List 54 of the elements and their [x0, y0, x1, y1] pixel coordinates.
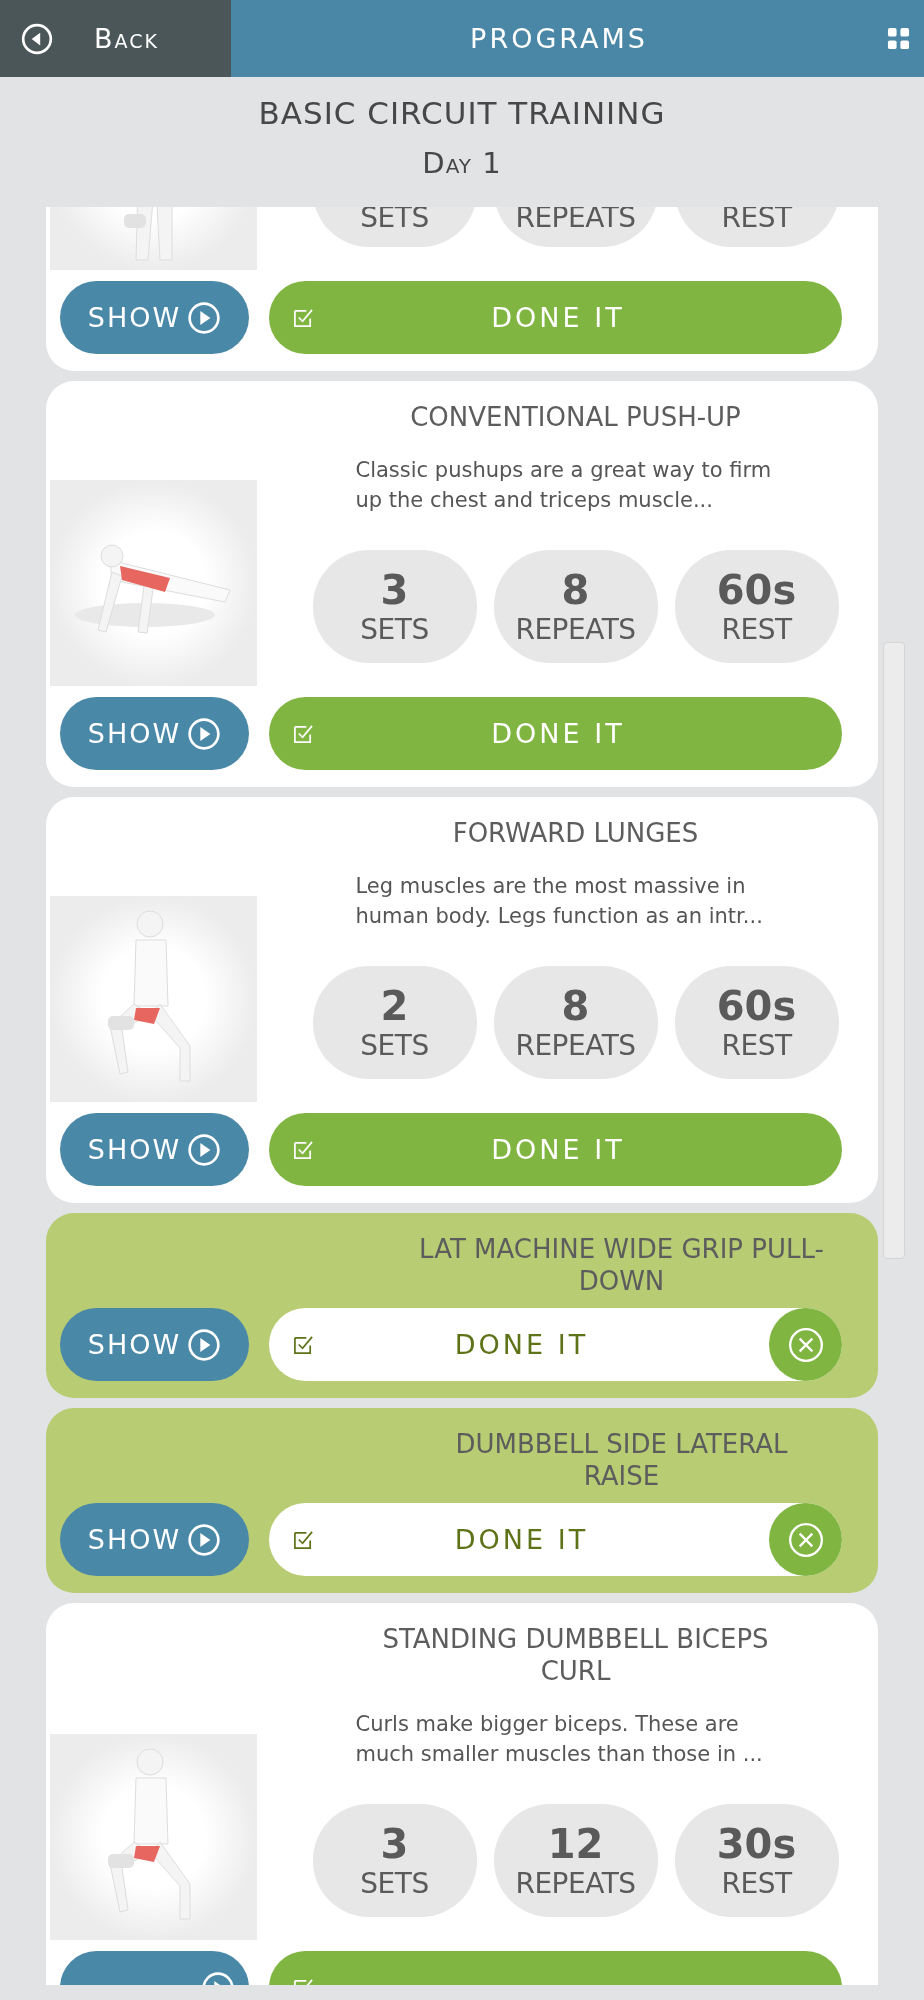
stat-value: 3	[380, 566, 409, 613]
day-label: Day 1	[422, 145, 502, 182]
stat-value: 60s	[716, 982, 797, 1029]
stat-value: 2	[380, 982, 409, 1029]
exercise-title: DUMBBELL SIDE LATERAL RAISE	[454, 1428, 789, 1492]
play-icon	[187, 300, 222, 335]
stat-label: SETS	[360, 1028, 429, 1063]
checkbox-icon	[293, 1139, 314, 1160]
show-button[interactable]: SHOW	[60, 281, 249, 354]
show-button[interactable]: SHOW	[60, 1503, 249, 1576]
stat-label: REPEATS	[515, 1866, 636, 1901]
close-icon	[786, 1325, 825, 1364]
program-title: BASIC CIRCUIT TRAINING	[258, 94, 666, 133]
checkbox-icon	[293, 1334, 314, 1355]
play-icon	[187, 1132, 222, 1167]
stat-label: REPEATS	[515, 1028, 636, 1063]
exercise-description: Curls make bigger biceps. These are much smaller muscles than those in ...	[355, 1711, 764, 1768]
checkbox-icon	[293, 1529, 314, 1550]
stat-value: 8	[561, 566, 590, 613]
checkbox-icon	[293, 307, 314, 328]
play-icon	[187, 1327, 222, 1362]
show-button[interactable]: SHOW	[60, 697, 249, 770]
grid-icon	[887, 27, 910, 50]
stat-label: REST	[721, 1866, 792, 1901]
back-button[interactable]: Back	[0, 0, 231, 77]
done-button[interactable]: DONE IT	[269, 697, 842, 770]
close-icon	[786, 1520, 825, 1559]
done-button[interactable]: DONE IT	[269, 1113, 842, 1186]
stat-label: REST	[721, 1028, 792, 1063]
show-button[interactable]: SHOW	[60, 1113, 249, 1186]
exercise-title: STANDING DUMBBELL BICEPS CURL	[381, 1623, 770, 1687]
stat-label: REPEATS	[515, 612, 636, 647]
exercise-title: CONVENTIONAL PUSH-UP	[409, 401, 742, 433]
play-icon	[187, 1522, 222, 1557]
stat-label: SETS	[360, 612, 429, 647]
stat-value: 8	[561, 982, 590, 1029]
exercise-title: LAT MACHINE WIDE GRIP PULL-DOWN	[418, 1233, 825, 1297]
stat-label: SETS	[360, 1866, 429, 1901]
play-icon	[187, 716, 222, 751]
done-button[interactable]: DONE IT	[269, 1308, 842, 1381]
show-button[interactable]: SHOW	[60, 1308, 249, 1381]
checkbox-icon	[293, 723, 314, 744]
exercise-description: Leg muscles are the most massive in human body. Legs function as an intr...	[355, 873, 764, 930]
stat-value: 30s	[716, 1820, 797, 1867]
stat-value: 3	[380, 1820, 409, 1867]
done-button[interactable]: DONE IT	[269, 281, 842, 354]
exercise-description: Classic pushups are a great way to firm up the chest and triceps muscle...	[355, 457, 773, 514]
stat-value: 12	[547, 1820, 604, 1867]
stat-label: REST	[721, 612, 792, 647]
stat-value: 60s	[716, 566, 797, 613]
screen-title: PROGRAMS	[469, 22, 649, 56]
back-icon	[20, 21, 54, 56]
exercise-title: FORWARD LUNGES	[451, 817, 700, 849]
done-button[interactable]: DONE IT	[269, 1503, 842, 1576]
